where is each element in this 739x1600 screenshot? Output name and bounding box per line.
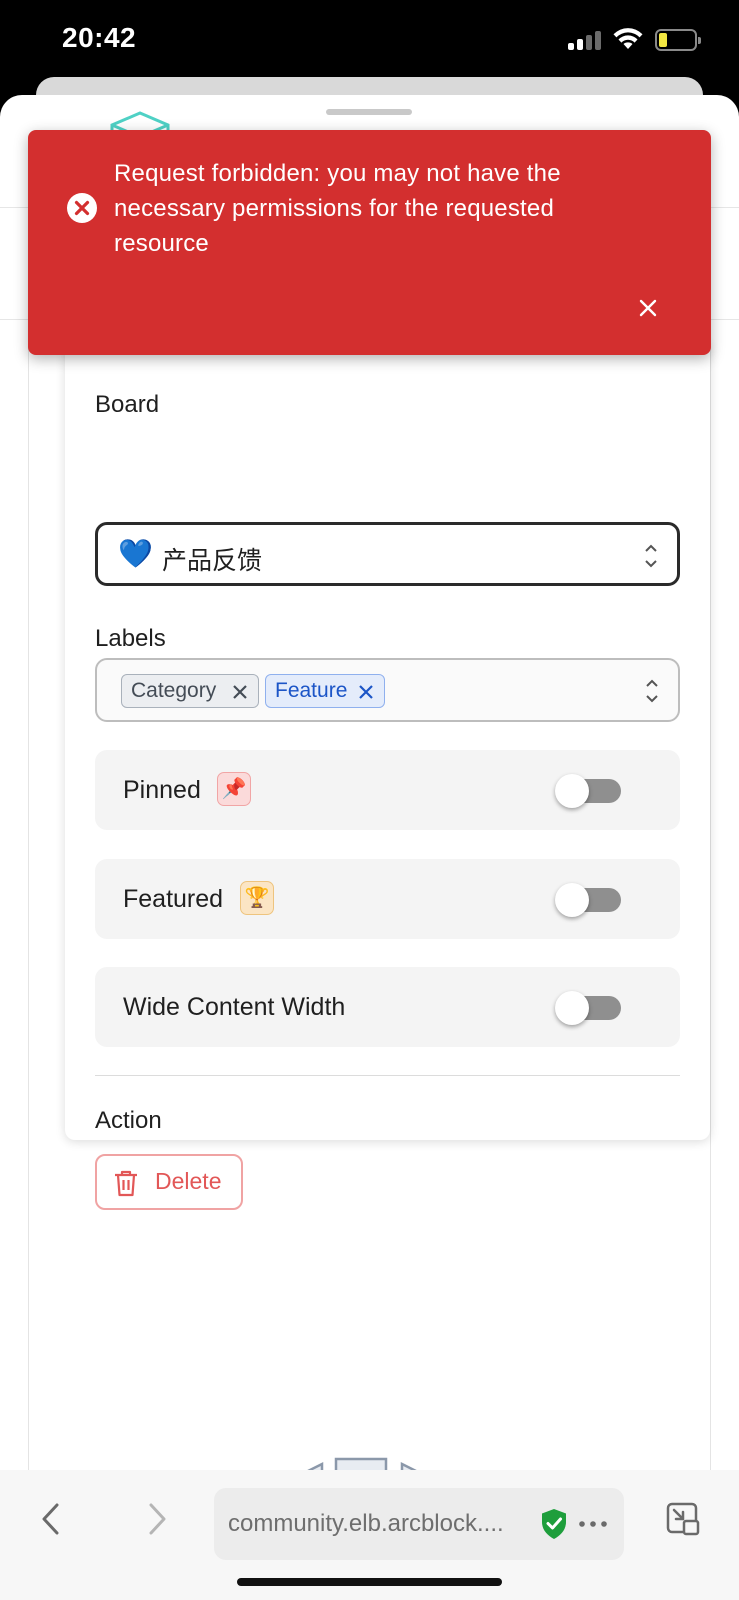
shield-check-icon <box>542 1509 566 1539</box>
chevron-up-down-icon <box>645 544 657 568</box>
error-circle-icon <box>67 193 97 223</box>
pushpin-icon: 📌 <box>217 772 251 806</box>
label-chip-category: Category <box>121 674 259 708</box>
wide-content-row: Wide Content Width <box>95 967 680 1047</box>
pinned-toggle[interactable] <box>555 774 621 808</box>
wide-content-toggle[interactable] <box>555 991 621 1025</box>
label-chip-text: Category <box>131 679 217 702</box>
forward-arrow-icon[interactable] <box>146 1502 168 1536</box>
sheet-grabber[interactable] <box>326 109 412 115</box>
toast-message: Request forbidden: you may not have the … <box>114 160 561 257</box>
pinned-row: Pinned 📌 <box>95 750 680 830</box>
delete-label: Delete <box>155 1168 222 1194</box>
featured-toggle[interactable] <box>555 883 621 917</box>
cellular-signal-icon <box>568 30 602 50</box>
blue-heart-icon: 💙 <box>118 538 153 569</box>
labels-select[interactable]: Category Feature <box>95 658 680 722</box>
section-divider <box>95 1075 680 1076</box>
wifi-icon <box>613 28 643 49</box>
board-field-label: Board <box>95 391 160 418</box>
home-indicator[interactable] <box>237 1578 502 1586</box>
trophy-icon: 🏆 <box>240 881 274 915</box>
chevron-up-down-icon <box>646 679 658 703</box>
minimize-window-icon[interactable] <box>666 1502 700 1536</box>
remove-chip-icon[interactable] <box>231 683 249 701</box>
labels-field-label: Labels <box>95 625 166 652</box>
post-settings-card: Board 💙 产品反馈 Labels Category Feature Pin… <box>65 340 710 1210</box>
page-border-right <box>710 320 711 1580</box>
more-dots-icon[interactable] <box>578 1520 608 1528</box>
status-bar: 20:42 <box>0 0 739 80</box>
label-chip-text: Feature <box>275 679 348 702</box>
error-toast: Request forbidden: you may not have the … <box>28 130 711 355</box>
pinned-label: Pinned <box>123 776 201 804</box>
label-chip-feature: Feature <box>265 674 385 708</box>
battery-low-icon <box>655 29 701 51</box>
wide-content-label: Wide Content Width <box>123 993 346 1021</box>
featured-row: Featured 🏆 <box>95 859 680 939</box>
remove-chip-icon[interactable] <box>357 683 375 701</box>
back-arrow-icon[interactable] <box>40 1502 62 1536</box>
url-text: community.elb.arcblock.... <box>228 1510 504 1537</box>
delete-button[interactable]: Delete <box>95 1154 243 1210</box>
board-select[interactable]: 💙 产品反馈 <box>95 522 680 586</box>
action-label: Action <box>95 1107 162 1134</box>
featured-label: Featured <box>123 885 224 913</box>
trash-icon <box>115 1170 137 1197</box>
status-time: 20:42 <box>62 22 137 53</box>
address-bar[interactable]: community.elb.arcblock.... <box>214 1488 624 1560</box>
board-select-value: 产品反馈 <box>162 547 263 575</box>
close-icon[interactable] <box>636 296 660 320</box>
page-border-left <box>28 320 29 1580</box>
